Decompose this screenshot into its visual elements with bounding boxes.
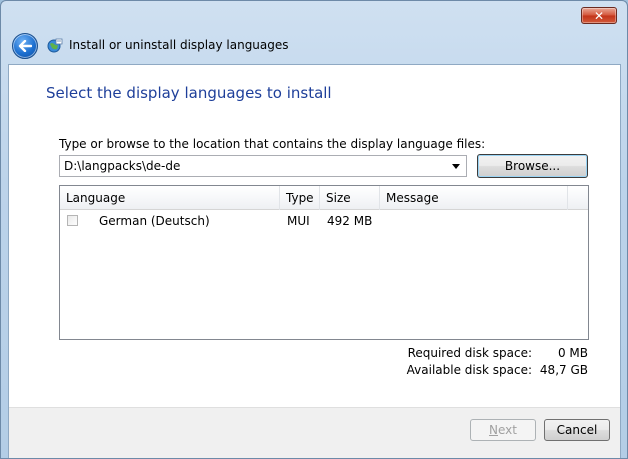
back-button[interactable] xyxy=(12,33,38,59)
window-title: Install or uninstall display languages xyxy=(69,38,289,52)
content-panel: Select the display languages to install … xyxy=(8,64,621,458)
next-button[interactable]: Next xyxy=(470,419,536,441)
footer-bar: Next Cancel xyxy=(9,408,620,458)
close-button[interactable]: ✕ xyxy=(581,7,617,24)
close-icon: ✕ xyxy=(593,8,605,23)
available-space-label: Available disk space: xyxy=(406,363,532,377)
list-item[interactable]: German (Deutsch) MUI 492 MB xyxy=(60,211,588,233)
chevron-down-icon xyxy=(452,163,460,169)
path-prompt-label: Type or browse to the location that cont… xyxy=(59,137,486,151)
available-space-value: 48,7 GB xyxy=(539,363,588,377)
column-header-language[interactable]: Language xyxy=(60,186,280,210)
browse-button-label: Browse... xyxy=(504,159,561,173)
language-size: 492 MB xyxy=(327,214,373,228)
globe-icon xyxy=(47,38,63,53)
required-space-value: 0 MB xyxy=(557,346,588,360)
column-header-type[interactable]: Type xyxy=(280,186,320,210)
language-list: Language Type Size Message German (Deuts… xyxy=(59,185,589,340)
cancel-button[interactable]: Cancel xyxy=(544,419,610,441)
cancel-button-label: Cancel xyxy=(556,423,598,437)
column-header-size[interactable]: Size xyxy=(320,186,380,210)
browse-button[interactable]: Browse... xyxy=(477,154,588,178)
navigation-bar: Install or uninstall display languages xyxy=(1,31,627,63)
next-mnemonic: N xyxy=(489,423,498,437)
language-checkbox[interactable] xyxy=(67,215,78,226)
column-header-message[interactable]: Message xyxy=(380,186,568,210)
path-value: D:\langpacks\de-de xyxy=(64,159,181,173)
dropdown-button[interactable] xyxy=(449,159,463,173)
language-type: MUI xyxy=(287,214,310,228)
next-label-rest: ext xyxy=(498,423,517,437)
path-combobox[interactable]: D:\langpacks\de-de xyxy=(59,155,467,177)
back-arrow-icon xyxy=(18,40,32,52)
wizard-window: ✕ Install or uninstall display languages… xyxy=(0,0,628,459)
language-name: German (Deutsch) xyxy=(99,214,210,228)
required-space-label: Required disk space: xyxy=(407,346,532,360)
column-header-filler xyxy=(568,186,588,210)
list-header: Language Type Size Message xyxy=(60,186,588,210)
page-heading: Select the display languages to install xyxy=(46,84,332,102)
